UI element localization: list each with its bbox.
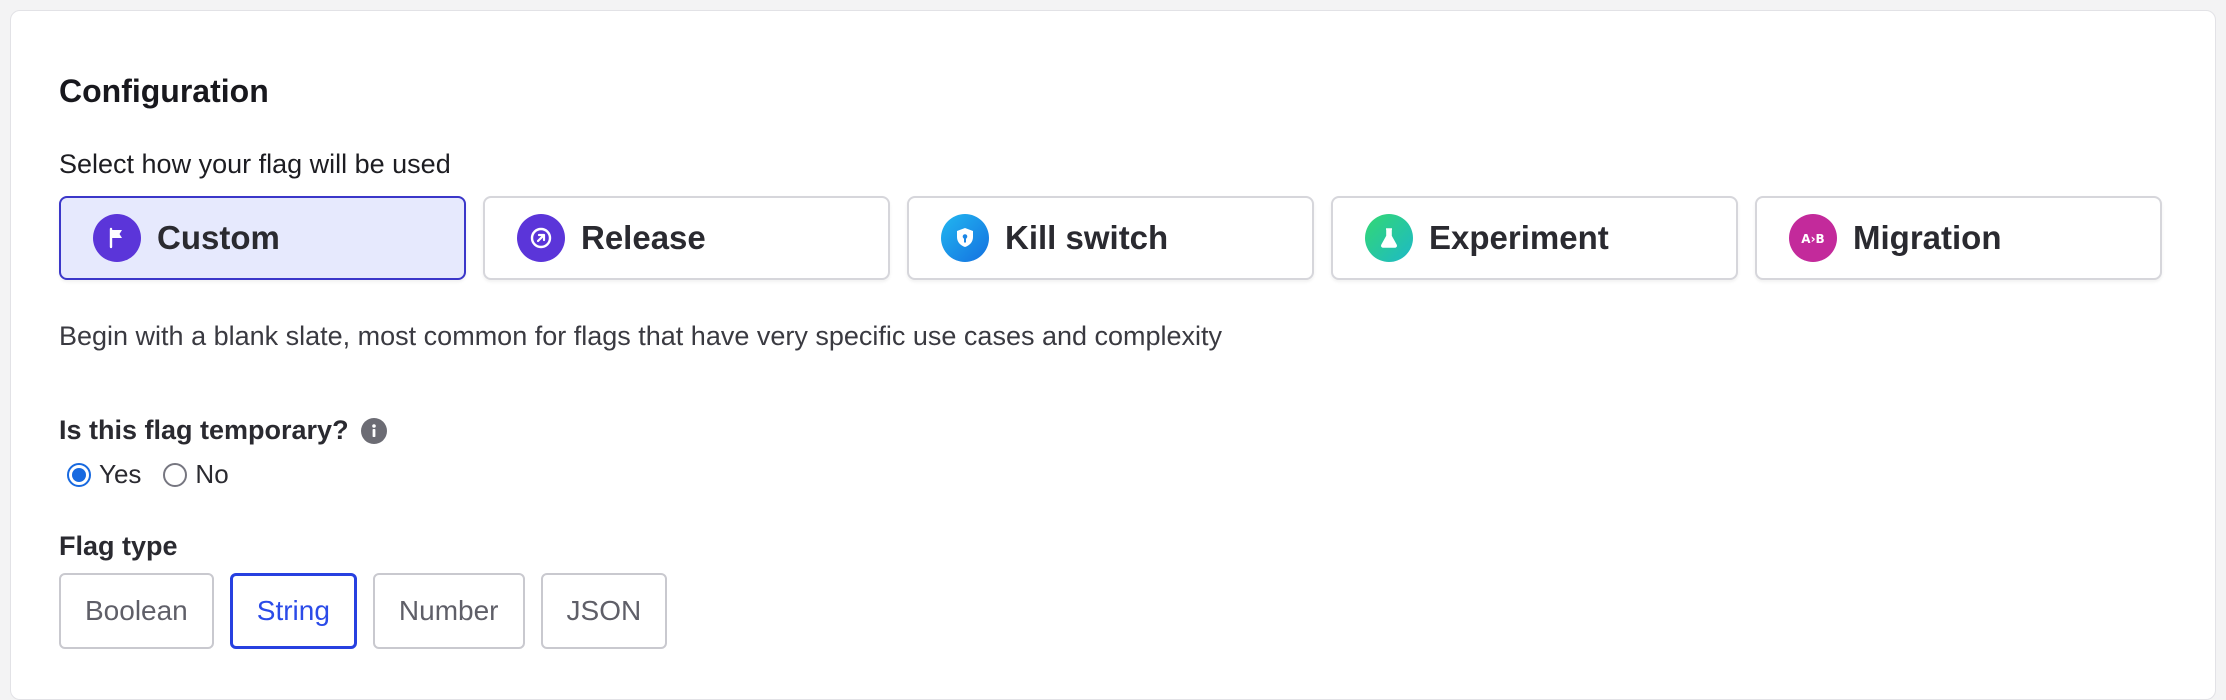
radio-no[interactable]: No <box>163 459 229 490</box>
ab-icon: A›B <box>1789 214 1837 262</box>
usecase-label: Migration <box>1853 219 2002 256</box>
flask-icon <box>1365 214 1413 262</box>
usecase-label: Kill switch <box>1005 219 1169 256</box>
usecase-description: Begin with a blank slate, most common fo… <box>59 321 1223 351</box>
usecase-selector: Custom Release Kill switch Experiment A›… <box>59 196 2162 280</box>
type-json-button[interactable]: JSON <box>540 573 668 649</box>
radio-label: Yes <box>99 459 142 489</box>
usecase-kill-switch[interactable]: Kill switch <box>907 196 1314 280</box>
shield-icon <box>941 214 989 262</box>
radio-button[interactable] <box>67 462 91 487</box>
flag-icon <box>93 214 141 262</box>
type-number-button[interactable]: Number <box>372 573 525 649</box>
arrow-up-right-icon <box>517 214 565 262</box>
info-icon[interactable] <box>360 417 387 444</box>
usecase-experiment[interactable]: Experiment <box>1331 196 1738 280</box>
usecase-migration[interactable]: A›B Migration <box>1755 196 2162 280</box>
radio-label: No <box>195 459 229 489</box>
radio-yes[interactable]: Yes <box>67 459 141 490</box>
usecase-custom[interactable]: Custom <box>59 196 466 280</box>
svg-text:A›B: A›B <box>1801 232 1824 246</box>
usecase-label: Custom <box>157 219 280 256</box>
flag-type-selector: Boolean String Number JSON <box>59 573 668 649</box>
flag-type-label: Flag type <box>59 531 178 561</box>
radio-button[interactable] <box>163 462 188 487</box>
type-boolean-button[interactable]: Boolean <box>59 573 214 649</box>
temporary-radio-group: Yes No <box>67 459 229 490</box>
configuration-card: Configuration Select how your flag will … <box>10 10 2216 700</box>
temporary-label: Is this flag temporary? <box>59 415 349 445</box>
usecase-prompt: Select how your flag will be used <box>59 149 451 179</box>
temporary-question: Is this flag temporary? <box>59 415 387 446</box>
usecase-label: Experiment <box>1429 219 1609 256</box>
section-title: Configuration <box>59 73 269 109</box>
type-string-button[interactable]: String <box>229 573 357 649</box>
usecase-label: Release <box>581 219 706 256</box>
usecase-release[interactable]: Release <box>483 196 890 280</box>
